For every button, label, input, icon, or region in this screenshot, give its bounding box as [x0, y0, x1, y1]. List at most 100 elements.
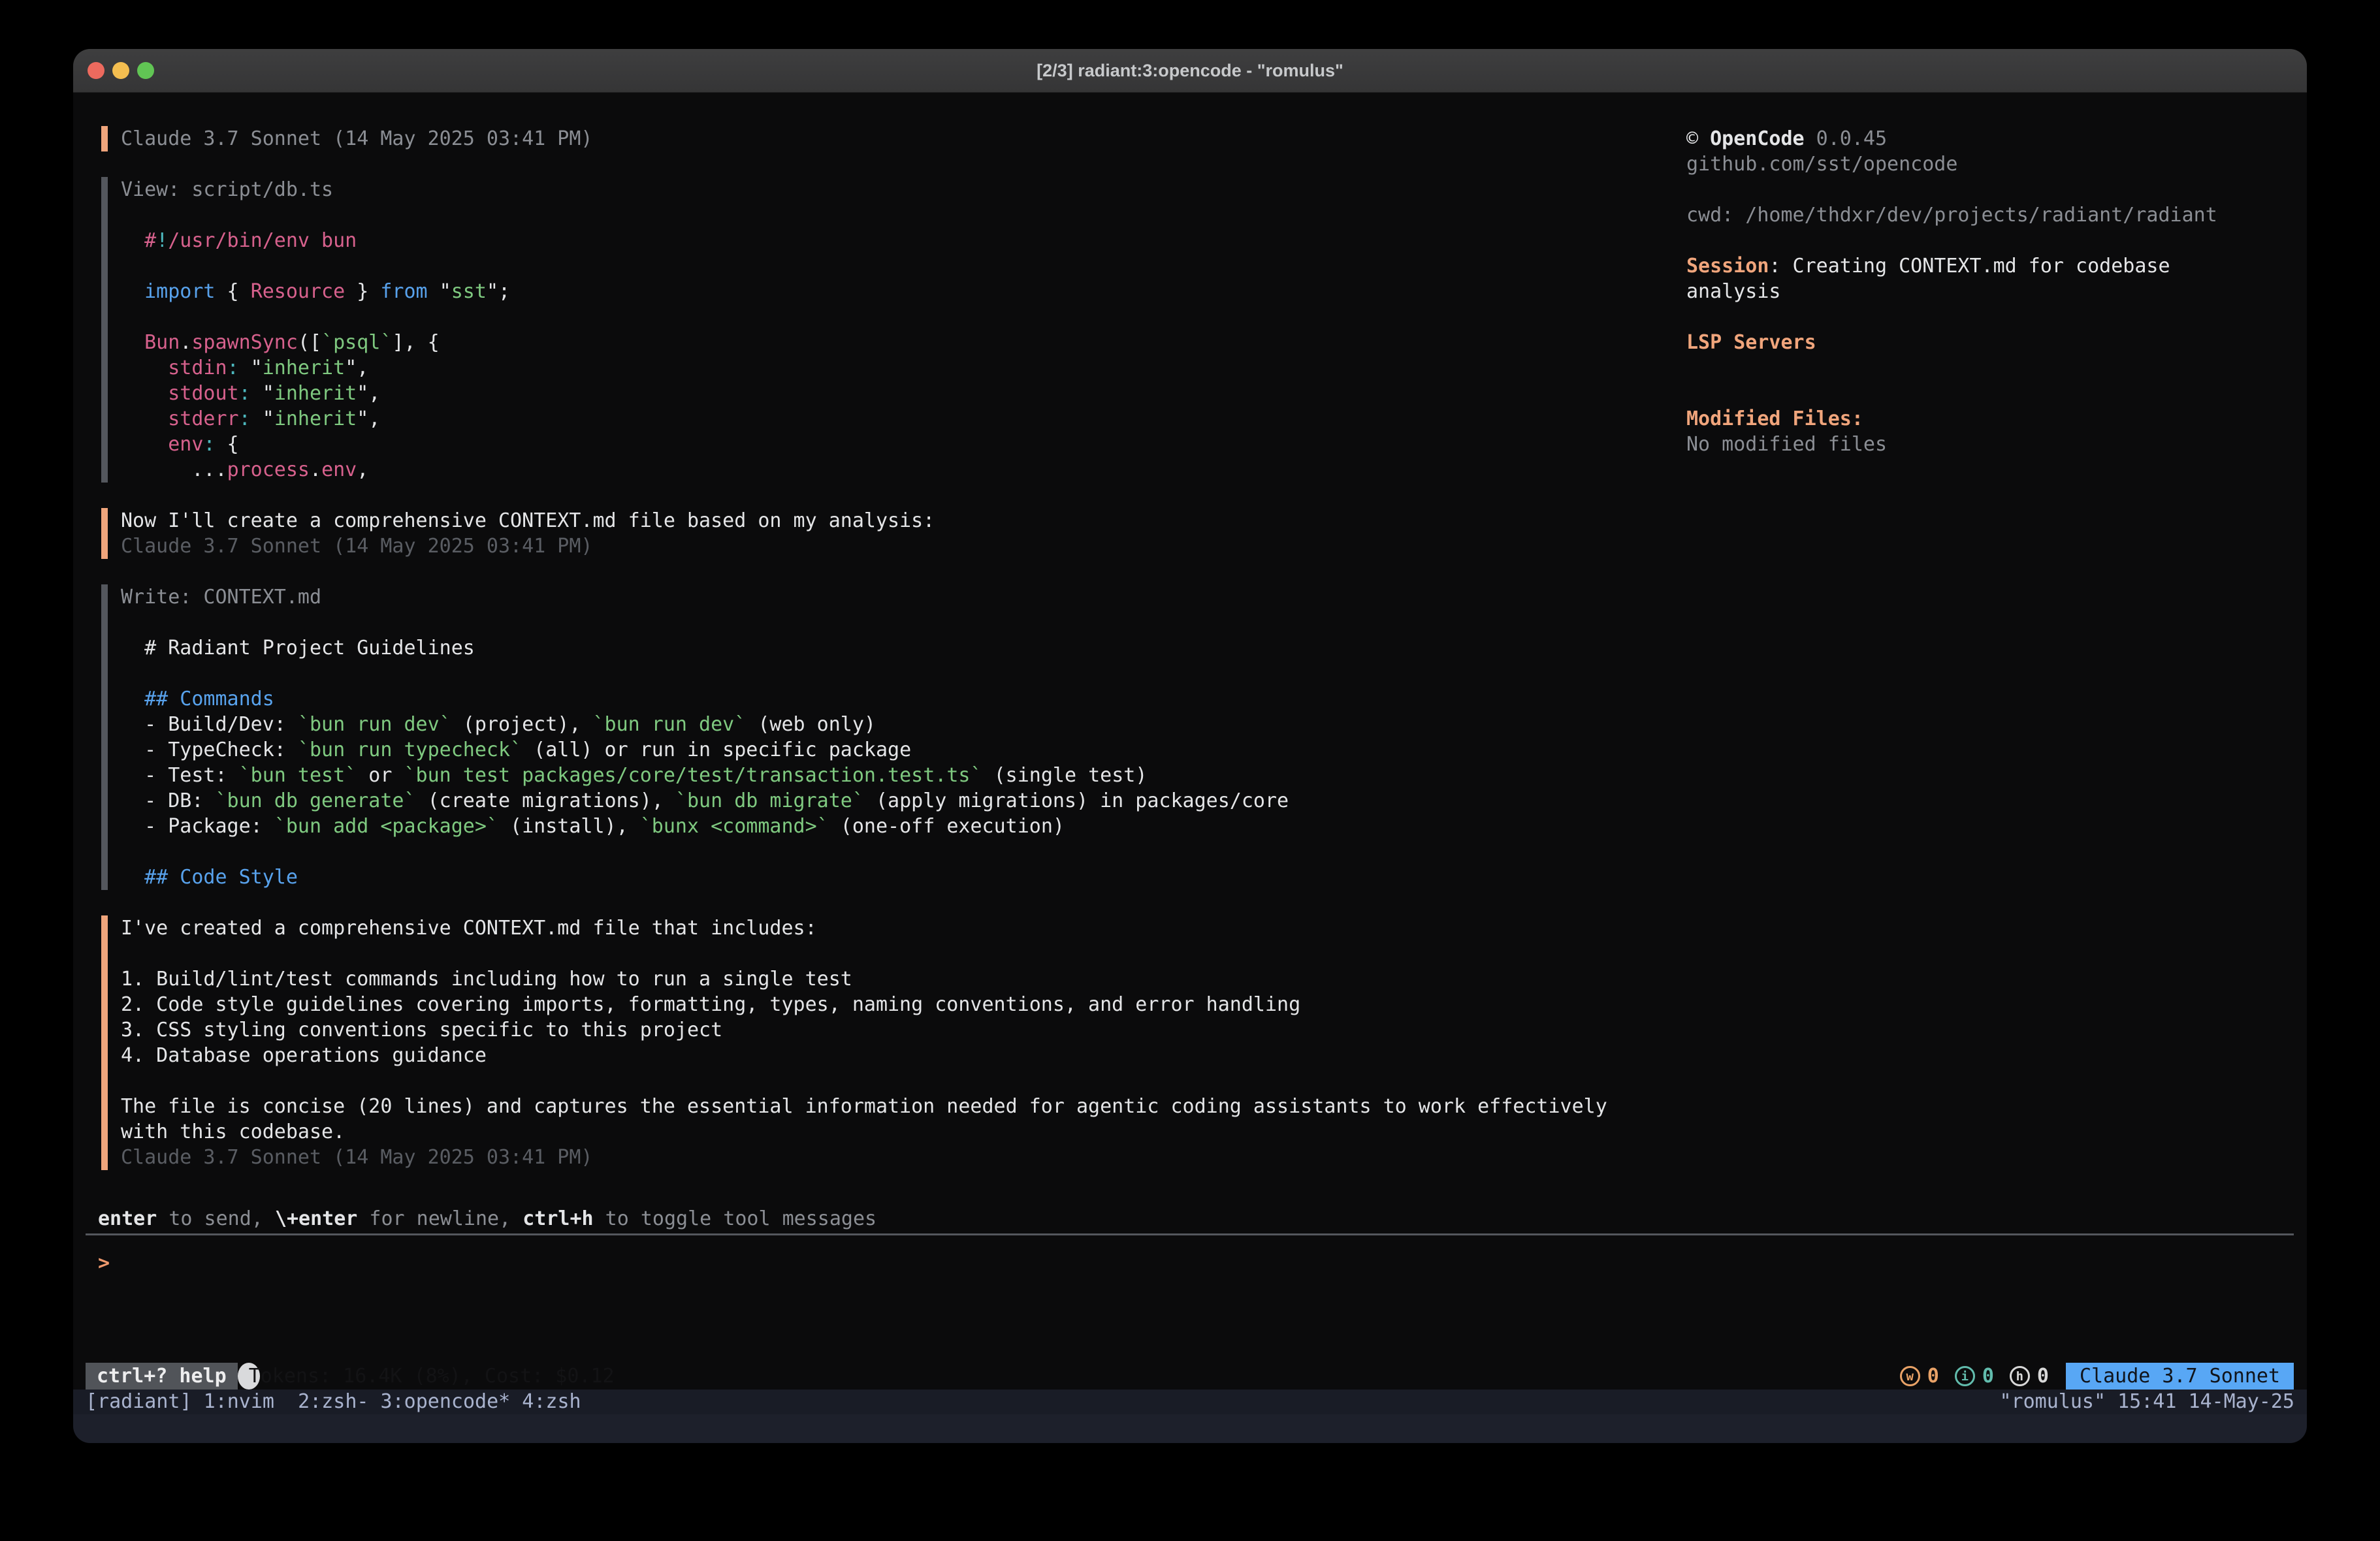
text-segment: :: [203, 433, 215, 456]
chat-line: 2. Code style guidelines covering import…: [121, 992, 1684, 1017]
text-segment: I've created a comprehensive CONTEXT.md …: [121, 917, 817, 940]
sidebar-line: [1686, 228, 2274, 253]
chat-line: Bun.spawnSync([`psql`], {: [121, 330, 1684, 355]
text-segment: Now I'll create a comprehensive CONTEXT.…: [121, 509, 935, 532]
text-segment: LSP Servers: [1686, 331, 1816, 354]
minimize-button[interactable]: [112, 62, 129, 79]
terminal-window: [2/3] radiant:3:opencode - "romulus" Cla…: [73, 49, 2307, 1443]
text-segment: [121, 382, 168, 405]
text-segment: Session: [1686, 255, 1769, 278]
text-segment: `bun test`: [239, 764, 357, 787]
text-segment: :: [227, 357, 239, 379]
close-button[interactable]: [88, 62, 105, 79]
text-segment: ": [428, 280, 451, 303]
text-segment: `bun add <package>`: [274, 815, 498, 838]
text-segment: stdin: [168, 357, 227, 379]
hints-indicator: h0: [2010, 1365, 2049, 1388]
text-segment: [121, 229, 144, 252]
text-segment: from: [380, 280, 427, 303]
text-segment: inherit: [263, 357, 345, 379]
text-segment: env: [168, 433, 203, 456]
text-segment: ## Code Style: [121, 866, 298, 889]
text-segment: `bun test packages/core/test/transaction…: [404, 764, 982, 787]
text-segment: to send,: [157, 1207, 275, 1230]
block-gap: [97, 483, 1684, 508]
text-segment: (web only): [746, 713, 876, 736]
window-titlebar[interactable]: [2/3] radiant:3:opencode - "romulus": [73, 49, 2307, 93]
text-segment: 2. Code style guidelines covering import…: [121, 993, 1300, 1016]
text-segment: ([: [298, 331, 321, 354]
status-bar: ctrl+? help Tokens: 16.4K (8%), Cost: $0…: [86, 1363, 2294, 1390]
text-segment: (one-off execution): [829, 815, 1065, 838]
assistant-summary-block: I've created a comprehensive CONTEXT.md …: [101, 915, 1684, 1170]
chat-line: Claude 3.7 Sonnet (14 May 2025 03:41 PM): [121, 126, 1684, 151]
sidebar-line: Session: Creating CONTEXT.md for codebas…: [1686, 253, 2274, 279]
zoom-button[interactable]: [137, 62, 154, 79]
warnings-indicator-icon: w: [1900, 1366, 1920, 1386]
tool-write-block: Write: CONTEXT.md # Radiant Project Guid…: [101, 584, 1684, 890]
chat-line: # Radiant Project Guidelines: [121, 635, 1684, 661]
text-segment: Claude 3.7 Sonnet (14 May 2025 03:41 PM): [121, 127, 592, 150]
text-segment: `bun db migrate`: [675, 789, 864, 812]
chat-line: 1. Build/lint/test commands including ho…: [121, 966, 1684, 992]
text-segment: 1. Build/lint/test commands including ho…: [121, 968, 852, 991]
text-segment: [121, 433, 168, 456]
text-segment: for newline,: [357, 1207, 523, 1230]
text-segment: `bun run typecheck`: [298, 739, 522, 761]
chat-line: #!/usr/bin/env bun: [121, 228, 1684, 253]
input-separator: [86, 1233, 2294, 1235]
assistant-header-block: Claude 3.7 Sonnet (14 May 2025 03:41 PM): [101, 126, 1684, 151]
hints-indicator-count: 0: [2037, 1365, 2049, 1388]
sidebar-line: cwd: /home/thdxr/dev/projects/radiant/ra…: [1686, 202, 2274, 228]
block-gap: [97, 151, 1684, 177]
model-badge: Claude 3.7 Sonnet: [2066, 1363, 2294, 1390]
chat-line: [121, 253, 1684, 279]
help-badge: ctrl+? help: [86, 1363, 238, 1390]
text-segment: [121, 280, 144, 303]
text-segment: (install),: [498, 815, 640, 838]
prompt-input[interactable]: >: [98, 1250, 110, 1276]
text-segment: ",: [357, 382, 380, 405]
chat-line: - TypeCheck: `bun run typecheck` (all) o…: [121, 737, 1684, 763]
chat-line: ...process.env,: [121, 457, 1684, 483]
tmux-window-list[interactable]: [radiant] 1:nvim 2:zsh- 3:opencode* 4:zs…: [86, 1390, 581, 1414]
text-segment: ": [239, 357, 263, 379]
text-segment: ## Commands: [121, 688, 274, 710]
text-segment: ], {: [392, 331, 439, 354]
traffic-lights: [88, 62, 154, 79]
text-segment: (create migrations),: [416, 789, 675, 812]
sidebar-line: analysis: [1686, 279, 2274, 304]
text-segment: process: [227, 458, 310, 481]
chat-line: [121, 1068, 1684, 1094]
text-segment: enter: [98, 1207, 157, 1230]
chat-line: Now I'll create a comprehensive CONTEXT.…: [121, 508, 1684, 533]
text-segment: (all) or run in specific package: [522, 739, 911, 761]
chat-line: stderr: "inherit",: [121, 406, 1684, 432]
text-segment: :: [239, 382, 251, 405]
text-segment: The file is concise (20 lines) and captu…: [121, 1095, 1607, 1118]
text-segment: ,: [357, 458, 368, 481]
text-segment: inherit: [274, 382, 357, 405]
text-segment: [121, 407, 168, 430]
chat-line: ## Commands: [121, 686, 1684, 712]
tool-view-block: View: script/db.ts #!/usr/bin/env bun im…: [101, 177, 1684, 483]
sidebar-line: [1686, 304, 2274, 330]
text-segment: ©: [1686, 127, 1710, 150]
sidebar-line: [1686, 355, 2274, 381]
chat-line: - DB: `bun db generate` (create migratio…: [121, 788, 1684, 814]
text-segment: 3. CSS styling conventions specific to t…: [121, 1019, 722, 1041]
text-segment: import: [144, 280, 215, 303]
sidebar-line: [1686, 381, 2274, 406]
text-segment: {: [216, 433, 239, 456]
text-segment: ": [251, 382, 274, 405]
info-indicator: i0: [1955, 1365, 1994, 1388]
terminal-content: Claude 3.7 Sonnet (14 May 2025 03:41 PM)…: [73, 93, 2307, 1390]
warnings-indicator-count: 0: [1927, 1365, 1939, 1388]
text-segment: github.com/sst/opencode: [1686, 153, 1957, 176]
text-segment: 0.0.45: [1805, 127, 1887, 150]
chat-line: [121, 610, 1684, 635]
text-segment: cwd: /home/thdxr/dev/projects/radiant/ra…: [1686, 204, 2217, 227]
sidebar-line: Modified Files:: [1686, 406, 2274, 432]
text-segment: !: [156, 229, 168, 252]
chat-line: [121, 661, 1684, 686]
